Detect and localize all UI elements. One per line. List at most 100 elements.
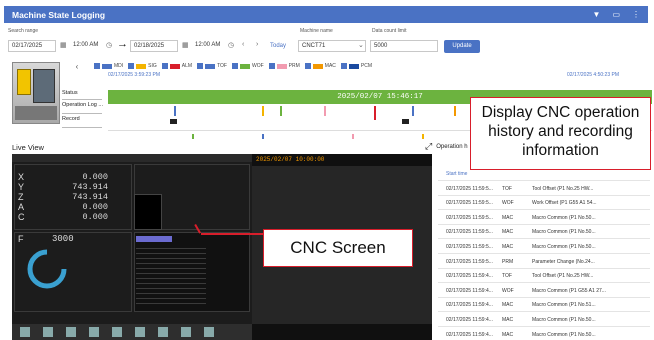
end-date-field[interactable]: 02/18/2025 (130, 40, 178, 52)
cell-desc: Parameter Change (No.24... (532, 258, 595, 265)
arrow-right-icon: → (117, 38, 128, 50)
checkbox-icon[interactable] (161, 63, 168, 69)
data-count-field[interactable]: 5000 (370, 40, 438, 52)
app-title: Machine State Logging (12, 9, 106, 20)
chevron-right-icon[interactable]: › (256, 41, 258, 48)
row-label-operation-log: Operation Log ... (62, 102, 103, 108)
callout-history-line3: information (522, 142, 599, 159)
cell-time: 02/17/2025 11:59:4... (446, 331, 493, 338)
legend-item[interactable]: MDI (94, 63, 123, 69)
cell-time: 02/17/2025 11:59:5... (446, 243, 493, 250)
clock-icon[interactable]: ◷ (228, 41, 234, 49)
cell-desc: Macro Common (P1 G55 A1 27... (532, 287, 606, 294)
row-label-status: Status (62, 90, 78, 96)
checkbox-icon[interactable] (197, 63, 204, 69)
feed-label: F (18, 234, 24, 244)
axis-label: C (18, 212, 25, 222)
legend-item[interactable]: ALM (161, 63, 192, 69)
cnc-screen[interactable]: X 0.000 Y 743.914 Z 743.914 A 0.000 C 0.000 F… (12, 154, 252, 340)
axis-value: 0.000 (82, 172, 108, 182)
legend-item[interactable]: MAC (304, 63, 336, 69)
cell-time: 02/17/2025 11:59:5... (446, 214, 493, 221)
feed-value: 3000 (52, 234, 74, 244)
axis-value: 0.000 (82, 202, 108, 212)
cell-type: WOF (502, 200, 514, 207)
machine-name-select[interactable]: CNCT71 (298, 40, 366, 52)
table-row[interactable]: 02/17/2025 11:59:5... MAC Macro Common (P1… (438, 238, 650, 254)
search-toolbar: Search range 02/17/2025 ▦ 12:00 AM ◷ → 0… (4, 26, 648, 56)
legend-swatch (312, 63, 323, 69)
checkbox-icon[interactable] (232, 63, 238, 69)
cell-desc: Macro Common (P1 No.50... (532, 316, 596, 323)
legend-swatch (348, 63, 359, 69)
cell-type: MAC (502, 229, 514, 236)
expand-icon[interactable]: ⤢ (425, 141, 432, 152)
table-row[interactable]: 02/17/2025 11:59:4... TOF Tool Offset (P1 … (438, 267, 650, 284)
record-icon[interactable] (402, 119, 409, 124)
legend-item[interactable]: PRM (268, 63, 300, 69)
spindle-gauge (27, 249, 67, 289)
legend-label: SIG (148, 63, 157, 69)
calendar-icon[interactable]: ▦ (182, 41, 189, 49)
checkbox-icon[interactable] (128, 63, 135, 69)
operation-history-toggle[interactable]: ⤢ Operation h (425, 141, 468, 152)
table-row[interactable]: 02/17/2025 11:59:5... PRM Parameter Change… (438, 253, 650, 269)
table-row[interactable]: 02/17/2025 11:59:4... WOF Macro Common (P1… (438, 282, 650, 298)
cell-type: TOF (502, 185, 512, 192)
cell-type: MAC (502, 243, 514, 250)
checkbox-icon[interactable] (94, 63, 100, 69)
timeline-start-label: 02/17/2025 3:59:23 PM (108, 72, 160, 78)
machine-image (12, 62, 60, 124)
checkbox-icon[interactable] (268, 63, 275, 69)
search-range-label: Search range (8, 28, 39, 34)
legend: MDI SIG ALM TOF WOF PRM MAC PCM (94, 63, 372, 69)
start-time-field[interactable]: 12:00 AM (70, 40, 106, 52)
legend-item[interactable]: PCM (340, 63, 372, 69)
monitor-icon[interactable]: ▭ (612, 10, 620, 19)
cell-time: 02/17/2025 11:59:4... (446, 273, 493, 280)
cell-type: PRM (502, 258, 514, 265)
row-label-record: Record (62, 116, 80, 122)
table-row[interactable]: 02/17/2025 11:59:4... MAC Macro Common (P1… (438, 326, 650, 340)
legend-item[interactable]: WOF (232, 63, 264, 69)
table-row[interactable]: 02/17/2025 11:59:5... TOF Tool Offset (P1 … (438, 180, 650, 196)
table-row[interactable]: 02/17/2025 11:59:4... MAC Macro Common (P1… (438, 311, 650, 327)
table-row[interactable]: 02/17/2025 11:59:5... MAC Macro Common (P1… (438, 223, 650, 240)
start-date-field[interactable]: 02/17/2025 (8, 40, 56, 52)
axis-label: Y (18, 182, 25, 192)
clock-icon[interactable]: ◷ (106, 41, 112, 49)
calendar-icon[interactable]: ▦ (60, 41, 67, 49)
today-link[interactable]: Today (270, 43, 286, 49)
table-row[interactable]: 02/17/2025 11:59:5... WOF Work Offset (P1 … (438, 194, 650, 211)
legend-label: MDI (114, 63, 124, 69)
record-icon[interactable] (170, 119, 177, 124)
cell-type: WOF (502, 287, 514, 294)
operation-history-label: Operation h (436, 143, 468, 150)
chevron-left-icon[interactable]: ‹ (242, 41, 244, 48)
cell-time: 02/17/2025 11:59:4... (446, 316, 493, 323)
legend-label: PRM (288, 63, 300, 69)
axis-label: A (18, 202, 25, 212)
title-bar: Machine State Logging ▼ ▭ ⋮ (4, 6, 648, 23)
table-row[interactable]: 02/17/2025 11:59:5... MAC Macro Common (P1… (438, 209, 650, 225)
filter-icon[interactable]: ▼ (593, 10, 601, 19)
legend-swatch (102, 63, 112, 69)
end-time-field[interactable]: 12:00 AM (192, 40, 228, 52)
update-button[interactable]: Update (444, 40, 480, 53)
checkbox-icon[interactable] (340, 63, 347, 69)
legend-swatch (169, 63, 180, 69)
chevron-left-icon[interactable]: ‹ (70, 62, 84, 72)
axis-label: X (18, 172, 25, 182)
legend-label: WOF (252, 63, 264, 69)
chevron-down-icon: ⌄ (358, 42, 364, 49)
callout-cnc-screen: CNC Screen (263, 229, 413, 267)
checkbox-icon[interactable] (304, 63, 311, 69)
more-icon[interactable]: ⋮ (632, 10, 640, 19)
legend-item[interactable]: TOF (197, 63, 227, 69)
cell-desc: Macro Common (P1 No.50... (532, 214, 596, 221)
cell-type: MAC (502, 214, 514, 221)
data-count-label: Data count limit (372, 28, 407, 34)
table-row[interactable]: 02/17/2025 11:59:4... MAC Macro Common (P1… (438, 296, 650, 313)
live-view-title: Live View (12, 143, 44, 152)
legend-item[interactable]: SIG (128, 63, 157, 69)
